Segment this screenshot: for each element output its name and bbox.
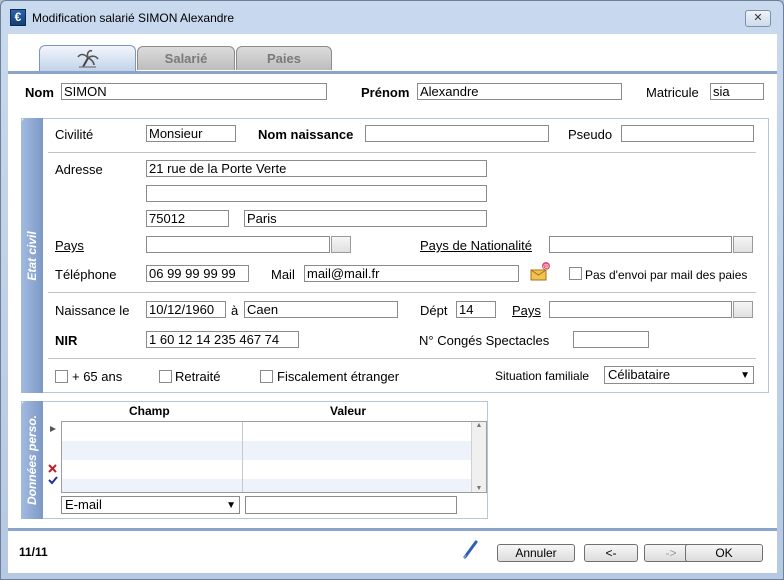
grid-column-divider [242, 422, 243, 492]
lieu-naissance-input[interactable]: Caen [244, 301, 398, 318]
ville-input[interactable]: Paris [244, 210, 487, 227]
pays-nationalite-link[interactable]: Pays de Nationalité [420, 238, 532, 253]
plus65-checkbox[interactable] [55, 370, 68, 383]
pays-naissance-input[interactable] [549, 301, 732, 318]
champ-select-value: E-mail [65, 497, 102, 512]
code-postal-input[interactable]: 75012 [146, 210, 229, 227]
row-pointer-icon [50, 426, 56, 432]
send-mail-icon[interactable]: @ [529, 261, 551, 283]
separator-2 [48, 292, 756, 293]
footer-separator [8, 528, 777, 531]
mail-label: Mail [271, 267, 295, 282]
retraite-label: Retraité [175, 369, 221, 384]
civilite-label: Civilité [55, 127, 94, 142]
pays-nationalite-select-button[interactable] [733, 236, 753, 253]
palm-tree-icon [76, 49, 99, 68]
etat-civil-title: Etat civil [25, 230, 39, 281]
nom-input[interactable]: SIMON [61, 83, 327, 100]
valeur-input[interactable] [245, 496, 457, 514]
pseudo-input[interactable] [621, 125, 754, 142]
pas-envoi-checkbox[interactable] [569, 267, 582, 280]
chevron-down-icon: ▼ [740, 370, 750, 381]
record-counter: 11/11 [19, 545, 48, 559]
etat-civil-sidebar: Etat civil [21, 118, 43, 393]
pas-envoi-label: Pas d'envoi par mail des paies [585, 268, 748, 282]
scroll-up-icon[interactable]: ▲ [472, 422, 486, 429]
nir-input[interactable]: 1 60 12 14 235 467 74 [146, 331, 299, 348]
nom-naissance-input[interactable] [365, 125, 549, 142]
fiscal-etranger-checkbox[interactable] [260, 370, 273, 383]
svg-text:@: @ [543, 264, 549, 271]
donnees-perso-sidebar: Données perso. [21, 401, 43, 519]
matricule-label: Matricule [646, 85, 699, 100]
pays-select-button[interactable] [331, 236, 351, 253]
matricule-input[interactable]: sia [710, 83, 764, 100]
col-champ-header: Champ [129, 404, 170, 418]
situation-familiale-label: Situation familiale [495, 369, 590, 383]
title-bar: € Modification salarié SIMON Alexandre ✕ [1, 1, 783, 33]
mail-input[interactable]: mail@mail.fr [304, 265, 519, 282]
dept-label: Dépt [420, 303, 448, 318]
fiscal-etranger-label: Fiscalement étranger [277, 369, 400, 384]
table-row[interactable] [62, 479, 472, 492]
dept-input[interactable]: 14 [456, 301, 496, 318]
tab-paies[interactable]: Paies [236, 46, 332, 70]
donnees-perso-title: Données perso. [25, 414, 39, 506]
pays-nationalite-input[interactable] [549, 236, 732, 253]
prenom-input[interactable]: Alexandre [417, 83, 622, 100]
chevron-down-icon: ▼ [226, 500, 236, 511]
separator-3 [48, 358, 756, 359]
separator-1 [48, 152, 756, 153]
scroll-down-icon[interactable]: ▼ [472, 485, 486, 492]
retraite-checkbox[interactable] [159, 370, 172, 383]
donnees-perso-grid[interactable]: ▲ ▼ [61, 421, 487, 493]
table-row[interactable] [62, 422, 472, 441]
table-row[interactable] [62, 460, 472, 479]
delete-row-icon[interactable] [48, 464, 57, 473]
dialog-window: € Modification salarié SIMON Alexandre ✕… [0, 0, 784, 580]
grid-scrollbar[interactable]: ▲ ▼ [471, 422, 486, 492]
ok-button[interactable]: OK [685, 544, 763, 562]
prenom-label: Prénom [361, 85, 410, 100]
civilite-input[interactable]: Monsieur [146, 125, 236, 142]
app-euro-icon: € [10, 9, 26, 26]
telephone-label: Téléphone [55, 267, 117, 282]
nir-label: NIR [55, 333, 78, 348]
window-title: Modification salarié SIMON Alexandre [32, 11, 235, 25]
previous-button[interactable]: <- [584, 544, 638, 562]
adresse-line2-input[interactable] [146, 185, 487, 202]
telephone-input[interactable]: 06 99 99 99 99 [146, 265, 249, 282]
tab-underline [8, 71, 777, 74]
conges-spectacles-label: N° Congés Spectacles [419, 333, 550, 348]
situation-familiale-value: Célibataire [608, 367, 671, 382]
annuler-button[interactable]: Annuler [497, 544, 575, 562]
tab-general[interactable] [39, 45, 136, 71]
tab-salarie[interactable]: Salarié [137, 46, 235, 70]
situation-familiale-select[interactable]: Célibataire ▼ [604, 366, 754, 384]
pays-naissance-select-button[interactable] [733, 301, 753, 318]
adresse-line1-input[interactable]: 21 rue de la Porte Verte [146, 160, 487, 177]
pays-input[interactable] [146, 236, 330, 253]
pays-naissance-link[interactable]: Pays [512, 303, 541, 318]
validate-row-icon[interactable] [48, 476, 58, 485]
col-valeur-header: Valeur [330, 404, 367, 418]
pays-link[interactable]: Pays [55, 238, 84, 253]
pseudo-label: Pseudo [568, 127, 613, 142]
plus65-label: + 65 ans [72, 369, 123, 384]
pen-edit-icon[interactable] [462, 539, 480, 559]
close-button[interactable]: ✕ [745, 10, 771, 27]
table-row[interactable] [62, 441, 472, 460]
a-label: à [231, 303, 239, 318]
adresse-label: Adresse [55, 162, 103, 177]
champ-select[interactable]: E-mail ▼ [61, 496, 240, 514]
naissance-date-input[interactable]: 10/12/1960 [146, 301, 226, 318]
conges-spectacles-input[interactable] [573, 331, 649, 348]
nom-naissance-label: Nom naissance [258, 127, 354, 142]
nom-label: Nom [25, 85, 54, 100]
naissance-label: Naissance le [55, 303, 130, 318]
dialog-client-area: Salarié Paies Nom SIMON Prénom Alexandre… [8, 34, 777, 573]
